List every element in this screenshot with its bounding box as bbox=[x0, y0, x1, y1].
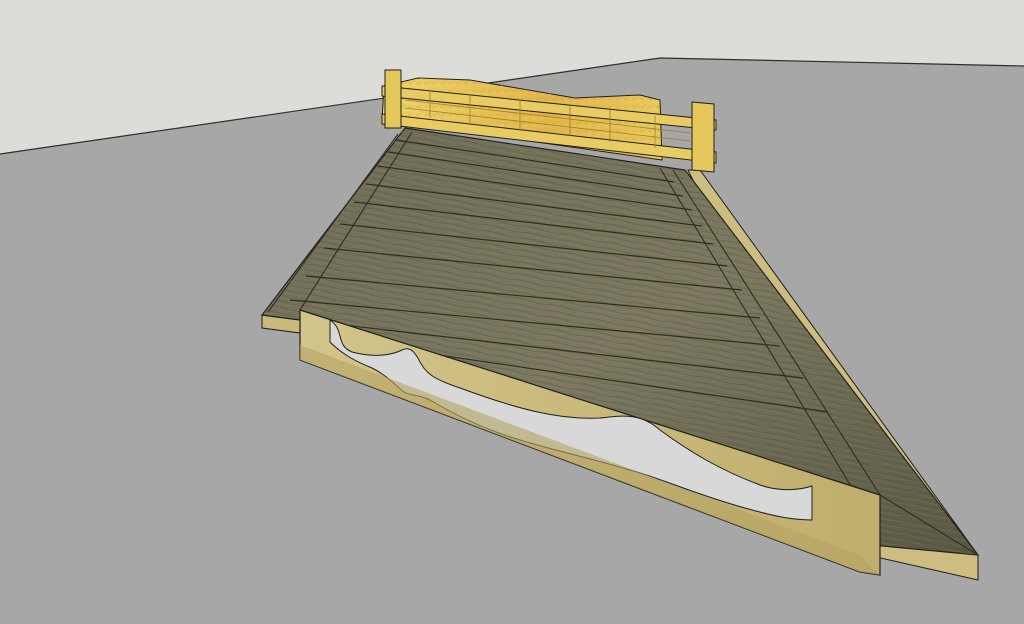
3d-viewport[interactable] bbox=[0, 0, 1024, 624]
rail-post-left bbox=[384, 69, 402, 129]
rail-post-right bbox=[691, 101, 715, 173]
scene-canvas bbox=[0, 0, 1024, 624]
